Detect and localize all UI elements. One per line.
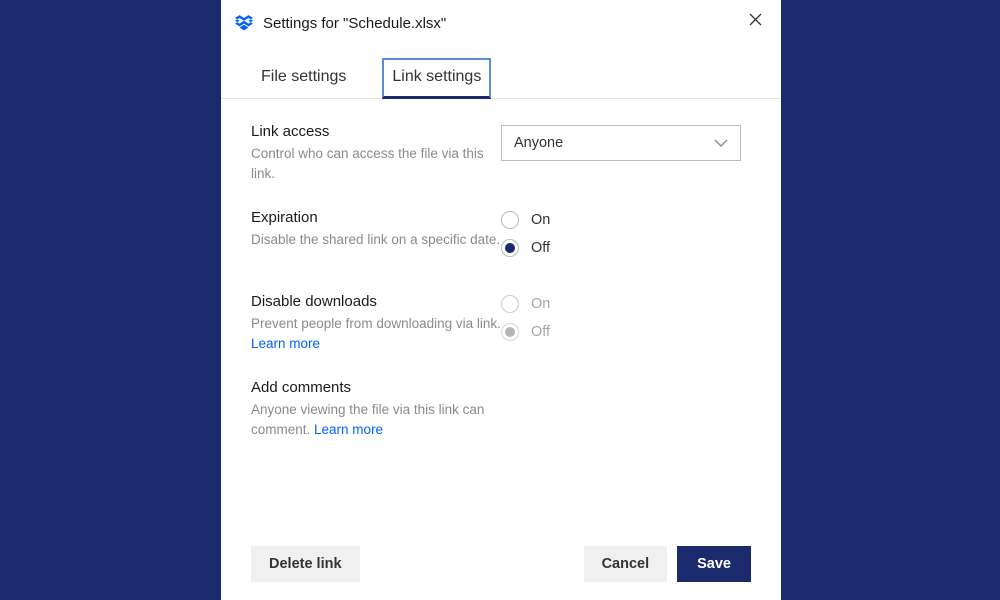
- dialog-title: Settings for "Schedule.xlsx": [263, 15, 446, 32]
- expiration-radio-on[interactable]: On: [501, 211, 751, 229]
- radio-icon: [501, 295, 519, 313]
- learn-more-link[interactable]: Learn more: [314, 422, 383, 437]
- delete-link-button[interactable]: Delete link: [251, 546, 360, 582]
- link-access-select[interactable]: Anyone: [501, 125, 741, 161]
- dialog-content: Link access Control who can access the f…: [221, 99, 781, 439]
- dialog-footer: Delete link Cancel Save: [251, 546, 751, 582]
- tab-link-settings[interactable]: Link settings: [382, 58, 491, 99]
- link-access-value: Anyone: [514, 135, 563, 151]
- learn-more-link[interactable]: Learn more: [251, 336, 320, 351]
- dropbox-icon: [235, 14, 253, 32]
- tab-file-settings[interactable]: File settings: [251, 58, 356, 99]
- close-icon: [749, 13, 762, 31]
- radio-label-on: On: [531, 296, 550, 312]
- tabs: File settings Link settings: [221, 38, 781, 99]
- disable-downloads-title: Disable downloads: [251, 293, 501, 310]
- row-link-access: Link access Control who can access the f…: [251, 123, 751, 183]
- radio-label-off: Off: [531, 324, 550, 340]
- expiration-title: Expiration: [251, 209, 501, 226]
- disable-downloads-radio-off: Off: [501, 323, 751, 341]
- expiration-radio-off[interactable]: Off: [501, 239, 751, 257]
- disable-downloads-desc: Prevent people from downloading via link…: [251, 314, 501, 353]
- link-access-title: Link access: [251, 123, 501, 140]
- add-comments-title: Add comments: [251, 379, 501, 396]
- dialog-header: Settings for "Schedule.xlsx": [221, 0, 781, 38]
- radio-icon: [501, 323, 519, 341]
- chevron-down-icon: [714, 135, 728, 151]
- settings-dialog: Settings for "Schedule.xlsx" File settin…: [221, 0, 781, 600]
- link-access-desc: Control who can access the file via this…: [251, 144, 501, 183]
- expiration-desc: Disable the shared link on a specific da…: [251, 230, 501, 250]
- close-button[interactable]: [743, 10, 767, 34]
- radio-label-on: On: [531, 212, 550, 228]
- disable-downloads-radio-on: On: [501, 295, 751, 313]
- save-button[interactable]: Save: [677, 546, 751, 582]
- row-disable-downloads: Disable downloads Prevent people from do…: [251, 293, 751, 353]
- add-comments-desc: Anyone viewing the file via this link ca…: [251, 400, 501, 439]
- row-add-comments: Add comments Anyone viewing the file via…: [251, 379, 751, 439]
- cancel-button[interactable]: Cancel: [584, 546, 668, 582]
- radio-icon: [501, 239, 519, 257]
- radio-icon: [501, 211, 519, 229]
- radio-label-off: Off: [531, 240, 550, 256]
- row-expiration: Expiration Disable the shared link on a …: [251, 209, 751, 267]
